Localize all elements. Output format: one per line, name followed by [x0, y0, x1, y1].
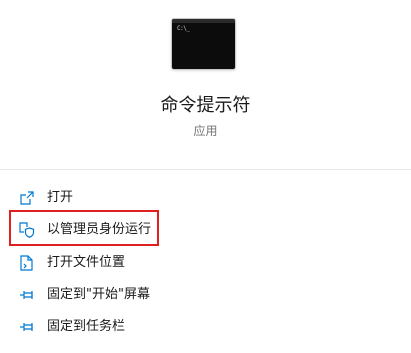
menu-item-pin-to-start[interactable]: 固定到"开始"屏幕: [0, 279, 411, 311]
menu-item-label: 固定到"开始"屏幕: [47, 287, 150, 302]
menu-item-pin-to-taskbar[interactable]: 固定到任务栏: [0, 311, 411, 343]
console-titlebar: [172, 19, 235, 23]
pin-icon: [19, 319, 35, 335]
file-location-icon: [19, 255, 35, 271]
menu-item-label: 打开文件位置: [47, 255, 126, 270]
open-icon: [19, 190, 35, 206]
menu-item-label: 打开: [47, 190, 74, 205]
app-type-label: 应用: [193, 124, 218, 138]
divider: [0, 169, 411, 170]
app-title: 命令提示符: [160, 95, 251, 116]
menu-item-open-file-location[interactable]: 打开文件位置: [0, 247, 411, 279]
pin-icon: [19, 287, 35, 303]
highlight-annotation-box: [9, 210, 159, 246]
console-prompt-text: C:\_: [177, 25, 190, 32]
start-menu-app-panel: C:\_ 命令提示符 应用 打开 以管理员身份运行 打开文件位置 固定到"开始"…: [0, 0, 411, 353]
menu-item-label: 固定到任务栏: [47, 319, 126, 334]
command-prompt-icon: C:\_: [172, 19, 235, 69]
